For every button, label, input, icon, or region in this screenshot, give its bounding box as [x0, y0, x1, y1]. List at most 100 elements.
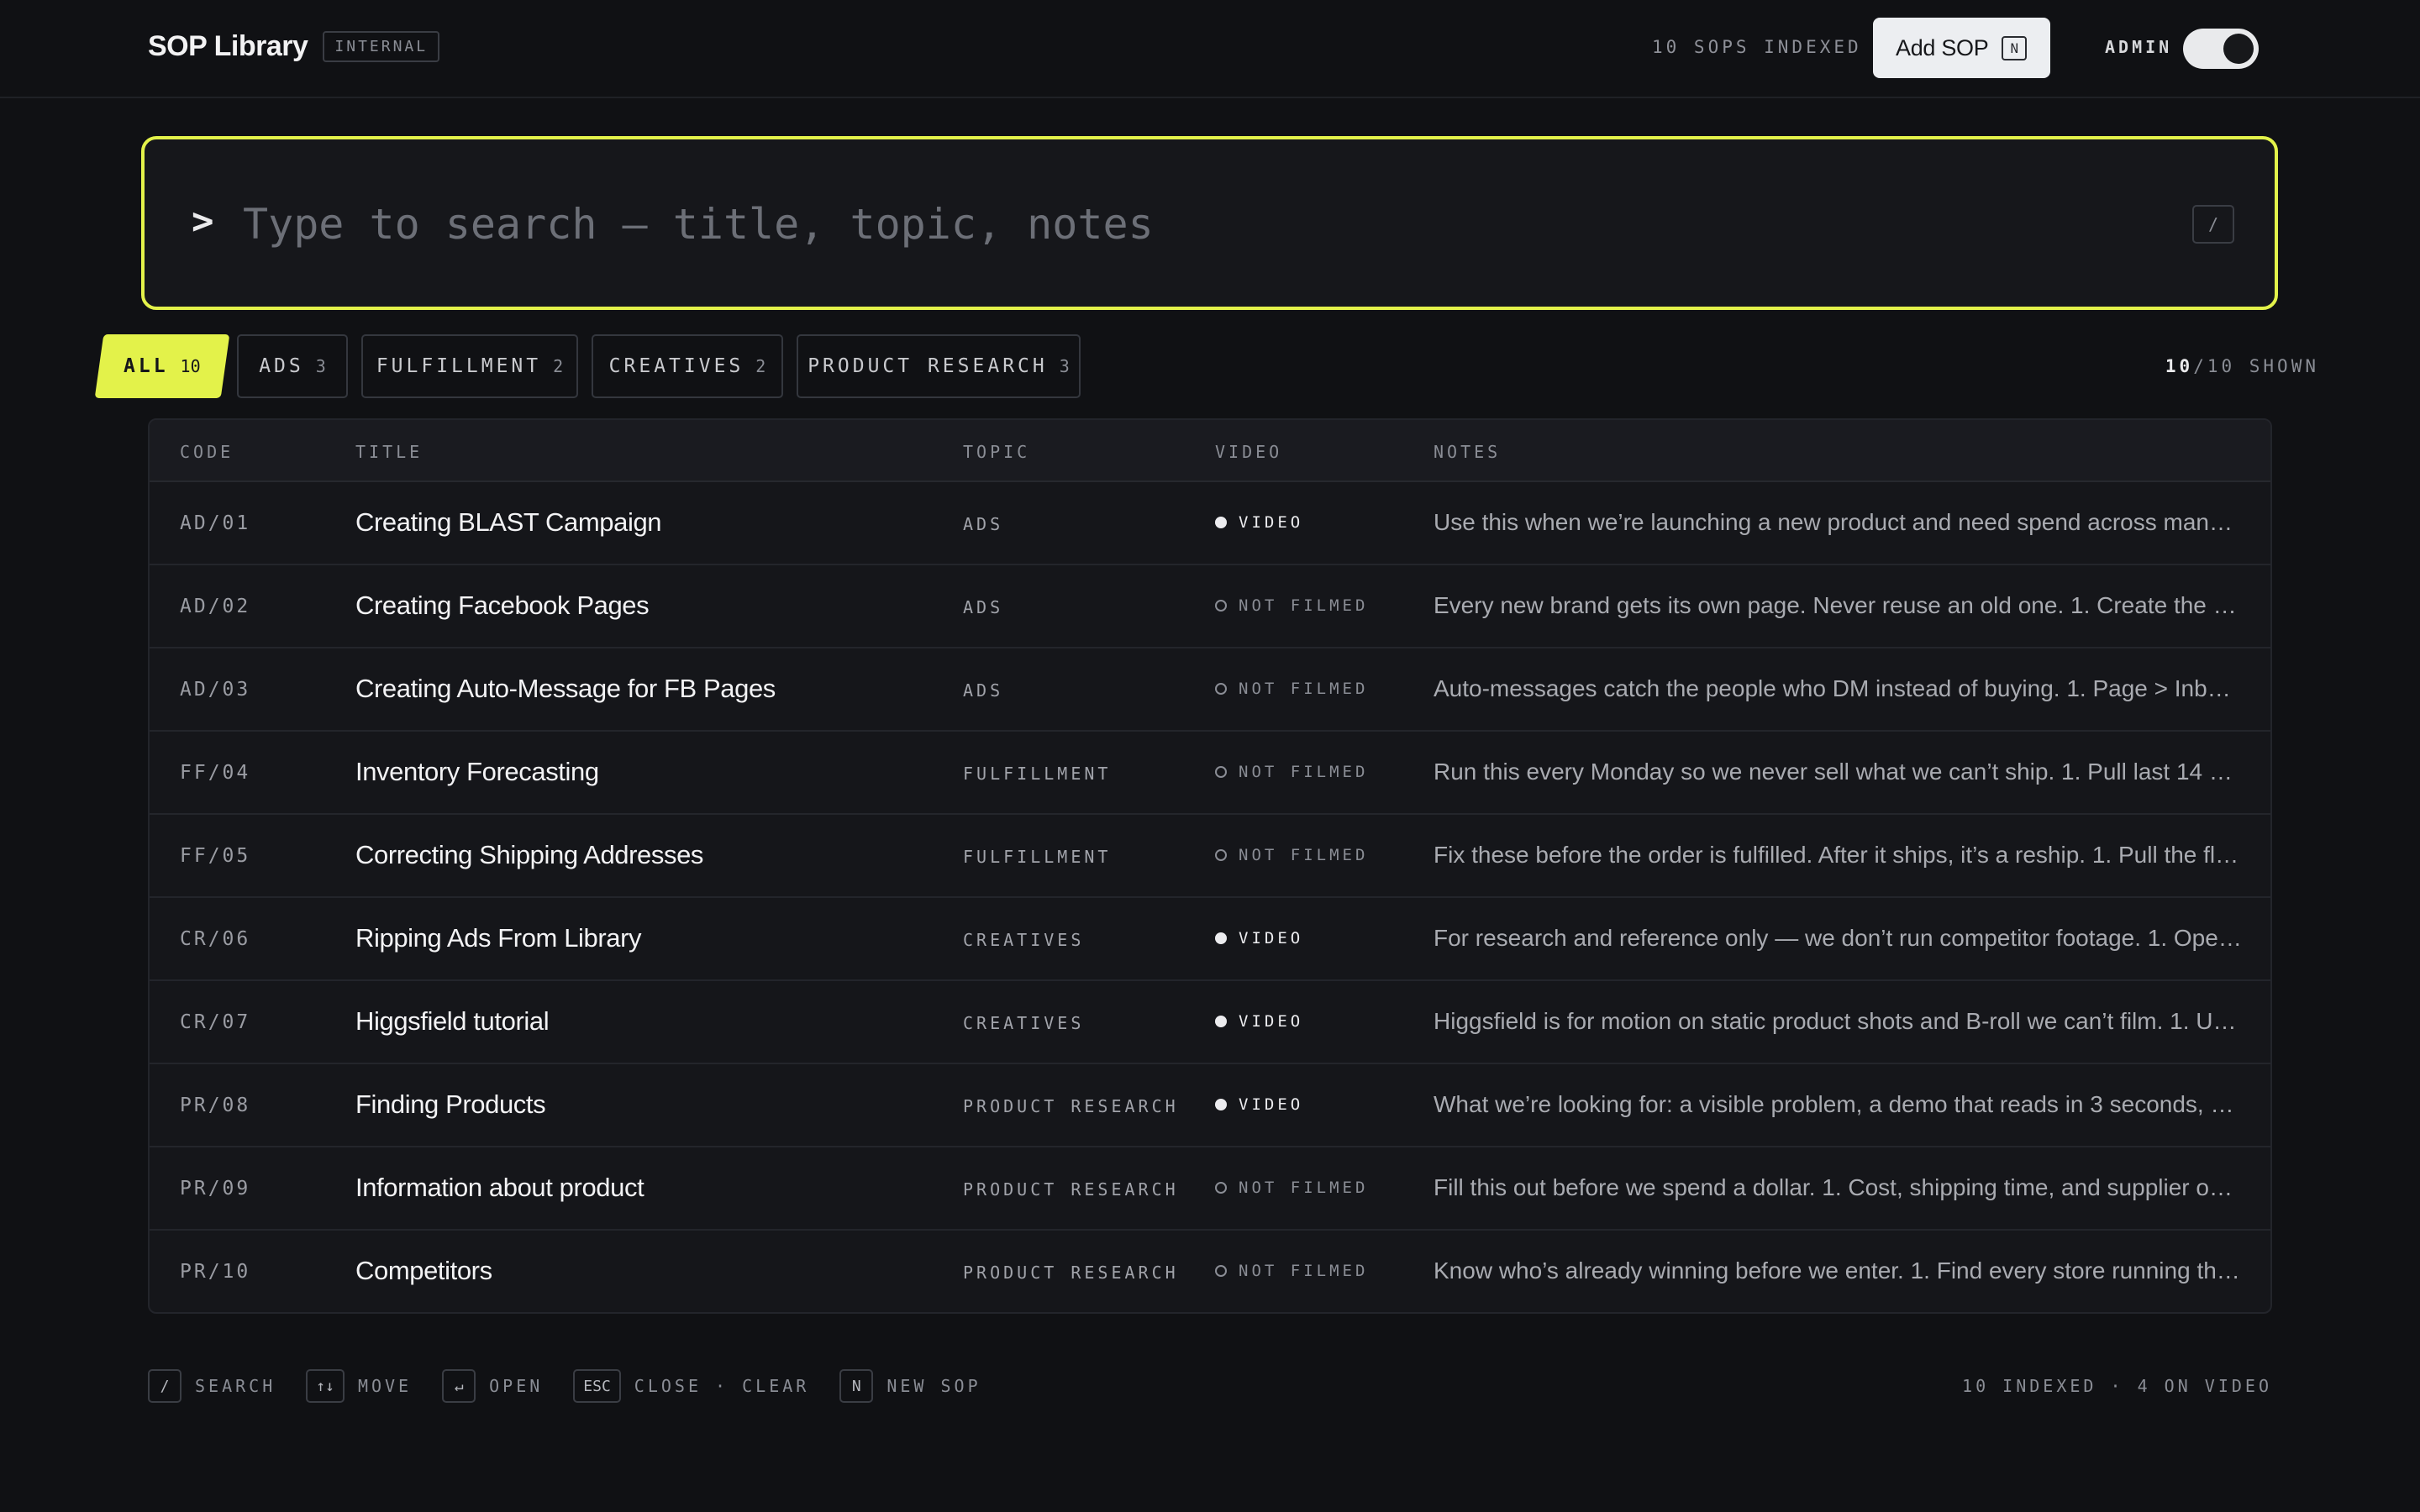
- sop-code: PR/09: [180, 1178, 251, 1200]
- sop-topic: CREATIVES: [963, 930, 1085, 950]
- sop-notes: Run this every Monday so we never sell w…: [1434, 759, 2242, 785]
- hint-search: / SEARCH: [148, 1369, 276, 1403]
- column-header-topic: TOPIC: [963, 442, 1031, 462]
- prompt-icon: >: [192, 200, 214, 243]
- sop-title: Finding Products: [355, 1089, 546, 1119]
- footer-summary: 10 INDEXED · 4 ON VIDEO: [1962, 1376, 2272, 1396]
- filter-all-content: ALL 10: [124, 355, 201, 377]
- video-status-label: NOT FILMED: [1239, 846, 1369, 864]
- table-row[interactable]: FF/05 Correcting Shipping Addresses FULFIL…: [150, 815, 2270, 898]
- table-row[interactable]: AD/02 Creating Facebook Pages ADS NOT FILME…: [150, 565, 2270, 648]
- empty-dot-icon: [1215, 600, 1227, 612]
- table-header: CODE TITLE TOPIC VIDEO NOTES: [150, 420, 2270, 482]
- video-status: VIDEO: [1215, 1012, 1303, 1031]
- admin-toggle[interactable]: [2183, 29, 2259, 69]
- filter-product-research[interactable]: PRODUCT RESEARCH 3: [797, 334, 1081, 398]
- sop-topic: ADS: [963, 514, 1004, 534]
- shortcut-hints: / SEARCH ↑↓ MOVE ↵ OPEN ESC CLOSE · CLEA…: [148, 1369, 1012, 1403]
- sop-notes: Fill this out before we spend a dollar. …: [1434, 1174, 2242, 1200]
- sop-notes: Higgsfield is for motion on static produ…: [1434, 1008, 2242, 1034]
- sop-topic: FULFILLMENT: [963, 764, 1112, 784]
- sop-title: Correcting Shipping Addresses: [355, 840, 704, 869]
- sop-code: PR/08: [180, 1095, 251, 1116]
- filter-creatives[interactable]: CREATIVES 2: [592, 334, 783, 398]
- sop-code: AD/02: [180, 596, 251, 617]
- shown-total: /10 SHOWN: [2193, 356, 2319, 376]
- shown-count: 10/10 SHOWN: [2165, 356, 2319, 376]
- sop-title: Creating BLAST Campaign: [355, 507, 662, 537]
- table-row[interactable]: PR/10 Competitors PRODUCT RESEARCH NOT FILM…: [150, 1231, 2270, 1312]
- video-status-label: NOT FILMED: [1239, 680, 1369, 698]
- filter-count: 3: [1059, 356, 1070, 376]
- filter-label: ADS: [259, 355, 304, 377]
- filter-fulfillment[interactable]: FULFILLMENT 2: [361, 334, 578, 398]
- table-row[interactable]: AD/01 Creating BLAST Campaign ADS VIDEO Use …: [150, 482, 2270, 565]
- empty-dot-icon: [1215, 849, 1227, 861]
- hint-close: ESC CLOSE · CLEAR: [573, 1369, 809, 1403]
- table-row[interactable]: PR/08 Finding Products PRODUCT RESEARCH VID…: [150, 1064, 2270, 1147]
- sop-code: FF/05: [180, 845, 251, 867]
- internal-badge: INTERNAL: [323, 31, 440, 62]
- sop-title: Creating Auto-Message for FB Pages: [355, 674, 776, 703]
- sop-title: Information about product: [355, 1173, 644, 1202]
- add-sop-button[interactable]: Add SOP N: [1873, 18, 2050, 78]
- admin-label: ADMIN: [2105, 37, 2173, 57]
- column-header-notes: NOTES: [1434, 442, 1502, 462]
- hint-move: ↑↓ MOVE: [306, 1369, 412, 1403]
- table-row[interactable]: AD/03 Creating Auto-Message for FB Pages A…: [150, 648, 2270, 732]
- sop-code: CR/07: [180, 1011, 251, 1033]
- column-header-code: CODE: [180, 442, 234, 462]
- video-status-label: NOT FILMED: [1239, 763, 1369, 781]
- key-cap: ESC: [573, 1369, 621, 1403]
- table-row[interactable]: PR/09 Information about product PRODUCT RE…: [150, 1147, 2270, 1231]
- sop-notes: Know who’s already winning before we ent…: [1434, 1257, 2242, 1284]
- filter-ads[interactable]: ADS 3: [237, 334, 348, 398]
- key-cap: N: [839, 1369, 874, 1403]
- filter-all[interactable]: ALL 10: [94, 334, 230, 398]
- video-status: NOT FILMED: [1215, 1179, 1368, 1197]
- table-row[interactable]: CR/07 Higgsfield tutorial CREATIVES VIDEO Hi…: [150, 981, 2270, 1064]
- brand: SOP Library INTERNAL: [148, 30, 440, 63]
- sop-title: Inventory Forecasting: [355, 757, 599, 786]
- column-header-title: TITLE: [355, 442, 424, 462]
- key-cap: ↑↓: [306, 1369, 345, 1403]
- sop-notes: For research and reference only — we don…: [1434, 925, 2242, 951]
- filter-label: FULFILLMENT: [376, 355, 542, 377]
- sop-table: CODE TITLE TOPIC VIDEO NOTES AD/01 Creati…: [148, 418, 2272, 1314]
- sop-notes: Fix these before the order is fulfilled.…: [1434, 842, 2242, 868]
- video-status: NOT FILMED: [1215, 1262, 1368, 1280]
- sop-code: FF/04: [180, 762, 251, 784]
- table-row[interactable]: FF/04 Inventory Forecasting FULFILLMENT NOT…: [150, 732, 2270, 815]
- hint-open: ↵ OPEN: [442, 1369, 543, 1403]
- search-input[interactable]: [243, 192, 2091, 257]
- toggle-knob: [2223, 34, 2254, 64]
- filter-count: 10: [180, 356, 201, 376]
- sop-code: PR/10: [180, 1261, 251, 1283]
- sop-notes: Auto-messages catch the people who DM in…: [1434, 675, 2242, 701]
- empty-dot-icon: [1215, 683, 1227, 695]
- empty-dot-icon: [1215, 1265, 1227, 1277]
- sop-topic: PRODUCT RESEARCH: [963, 1263, 1179, 1283]
- hint-new-sop: N NEW SOP: [839, 1369, 981, 1403]
- column-header-video: VIDEO: [1215, 442, 1283, 462]
- search-box[interactable]: > /: [141, 136, 2278, 310]
- filter-label: ALL: [124, 355, 169, 377]
- filled-dot-icon: [1215, 1099, 1227, 1110]
- table-row[interactable]: CR/06 Ripping Ads From Library CREATIVES VI…: [150, 898, 2270, 981]
- key-cap: /: [148, 1369, 182, 1403]
- filter-label: PRODUCT RESEARCH: [808, 355, 1048, 377]
- video-status-label: NOT FILMED: [1239, 596, 1369, 615]
- sop-notes: What we’re looking for: a visible proble…: [1434, 1091, 2242, 1117]
- sop-topic: PRODUCT RESEARCH: [963, 1096, 1179, 1116]
- sop-topic: ADS: [963, 680, 1004, 701]
- sop-title: Competitors: [355, 1256, 492, 1285]
- sop-topic: FULFILLMENT: [963, 847, 1112, 867]
- filter-count: 3: [315, 356, 326, 376]
- add-sop-shortcut: N: [2002, 35, 2028, 60]
- hint-label: NEW SOP: [886, 1376, 981, 1396]
- hint-label: SEARCH: [195, 1376, 276, 1396]
- filled-dot-icon: [1215, 1016, 1227, 1027]
- sop-topic: ADS: [963, 597, 1004, 617]
- video-status-label: NOT FILMED: [1239, 1179, 1369, 1197]
- sop-title: Ripping Ads From Library: [355, 923, 642, 953]
